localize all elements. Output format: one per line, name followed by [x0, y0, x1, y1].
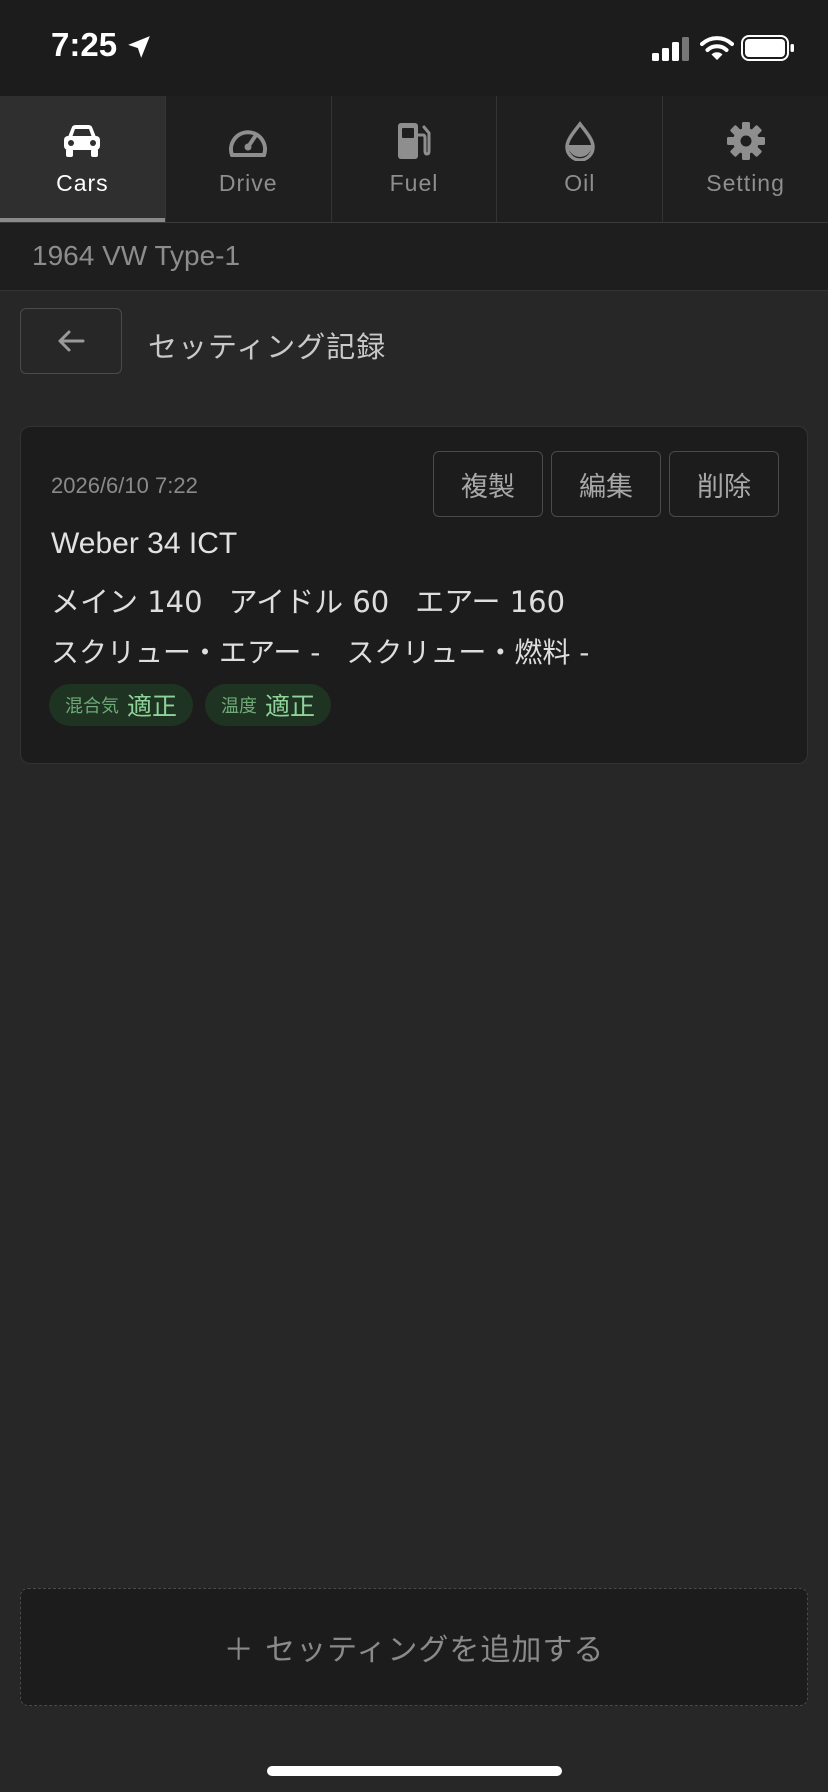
gear-icon	[725, 120, 767, 162]
home-indicator[interactable]	[267, 1766, 562, 1776]
status-bar: 7:25	[0, 0, 828, 96]
selected-car-bar[interactable]: 1964 VW Type-1	[0, 223, 828, 291]
edit-button[interactable]: 編集	[551, 451, 661, 517]
arrow-left-icon	[58, 330, 85, 352]
tab-drive[interactable]: Drive	[166, 96, 332, 222]
record-actions: 複製 編集 削除	[433, 451, 779, 517]
battery-icon	[741, 35, 794, 61]
tab-oil[interactable]: Oil	[497, 96, 664, 222]
carburetor-name: Weber 34 ICT	[51, 527, 238, 560]
screw-settings: スクリュー・エアー - スクリュー・燃料 -	[51, 631, 589, 671]
app-screen: 7:25 Cars Drive Fuel Oil Setting 1964 VW…	[0, 0, 828, 1792]
add-setting-button[interactable]: ＋ セッティングを追加する	[20, 1588, 808, 1706]
back-button[interactable]	[20, 308, 122, 374]
setting-record-card: 2026/6/10 7:22 複製 編集 削除 Weber 34 ICT メイン…	[20, 426, 808, 764]
mixture-badge: 混合気 適正	[49, 684, 194, 726]
fuel-screw: スクリュー・燃料 -	[346, 636, 590, 669]
tab-label-oil: Oil	[564, 170, 596, 196]
record-date: 2026/6/10 7:22	[51, 473, 198, 498]
badge-key: 温度	[221, 696, 258, 717]
page-title: セッティング記録	[148, 330, 387, 364]
location-arrow-icon	[128, 36, 150, 58]
speedometer-icon	[227, 120, 269, 162]
status-time: 7:25	[51, 26, 118, 63]
tab-fuel[interactable]: Fuel	[332, 96, 498, 222]
oil-drop-icon	[559, 120, 601, 162]
air-screw: スクリュー・エアー -	[51, 636, 321, 669]
tab-label-drive: Drive	[218, 170, 278, 196]
tab-bar: Cars Drive Fuel Oil Setting	[0, 96, 828, 223]
wifi-icon	[700, 36, 734, 60]
idle-jet: アイドル 60	[228, 585, 390, 619]
delete-button[interactable]: 削除	[669, 451, 779, 517]
cellular-signal-icon	[652, 37, 689, 61]
car-icon	[61, 120, 103, 162]
temperature-badge: 温度 適正	[205, 684, 332, 726]
fuel-pump-icon	[393, 120, 435, 162]
air-jet: エアー 160	[415, 585, 566, 619]
tab-setting[interactable]: Setting	[663, 96, 828, 222]
jet-settings: メイン 140 アイドル 60 エアー 160	[51, 579, 565, 621]
main-jet: メイン 140	[51, 585, 203, 619]
badge-key: 混合気	[65, 696, 119, 717]
tab-label-fuel: Fuel	[389, 170, 439, 196]
badge-value: 適正	[265, 692, 316, 721]
tab-label-cars: Cars	[56, 170, 109, 196]
car-name: 1964 VW Type-1	[32, 240, 241, 271]
badge-value: 適正	[127, 692, 178, 721]
tab-cars[interactable]: Cars	[0, 96, 166, 222]
duplicate-button[interactable]: 複製	[433, 451, 543, 517]
tab-label-setting: Setting	[706, 170, 785, 196]
status-badges: 混合気 適正 温度 適正	[49, 684, 332, 726]
